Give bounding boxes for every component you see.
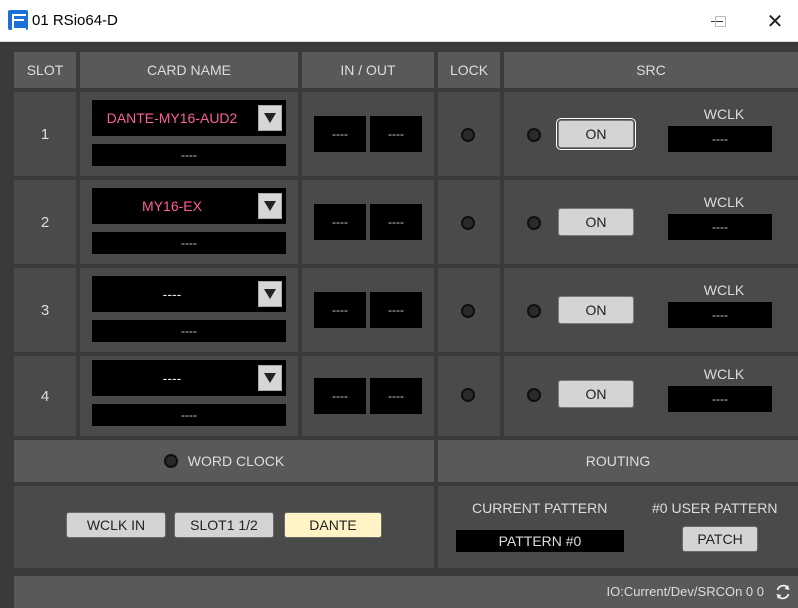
card-select-value: DANTE-MY16-AUD2 xyxy=(106,110,238,126)
word-clock-panel: WCLK IN SLOT1 1/2 DANTE xyxy=(14,486,434,568)
app-logo-icon xyxy=(8,10,28,30)
header-lock: LOCK xyxy=(438,52,500,88)
card-sub-value: ---- xyxy=(92,404,286,426)
in-value: ---- xyxy=(314,204,366,240)
patch-button[interactable]: PATCH xyxy=(682,526,758,552)
in-out-cell: ---- ---- xyxy=(302,92,434,176)
card-select-value: MY16-EX xyxy=(142,198,202,214)
lock-cell xyxy=(438,356,500,436)
maximize-button[interactable] xyxy=(697,0,743,42)
maximize-icon xyxy=(714,15,726,27)
word-clock-header: WORD CLOCK xyxy=(14,440,434,482)
src-led-indicator xyxy=(527,216,541,230)
header-src: SRC xyxy=(504,52,798,88)
out-value: ---- xyxy=(370,378,422,414)
card-name-cell: ---- ---- xyxy=(80,356,298,436)
slot1-button[interactable]: SLOT1 1/2 xyxy=(174,512,274,538)
user-pattern-label: #0 USER PATTERN xyxy=(652,500,778,516)
card-select-dropdown[interactable]: MY16-EX xyxy=(92,188,286,224)
lock-led-indicator xyxy=(461,304,475,318)
card-name-cell: DANTE-MY16-AUD2 ---- xyxy=(80,92,298,176)
header-slot: SLOT xyxy=(14,52,76,88)
src-led-indicator xyxy=(527,128,541,142)
src-on-button[interactable]: ON xyxy=(558,380,634,408)
wclk-label: WCLK xyxy=(703,194,745,210)
word-clock-led-indicator xyxy=(163,454,178,468)
lock-led-indicator xyxy=(461,216,475,230)
card-sub-value: ---- xyxy=(92,320,286,342)
chevron-down-icon[interactable] xyxy=(258,365,282,391)
refresh-icon[interactable] xyxy=(774,583,792,601)
in-out-cell: ---- ---- xyxy=(302,268,434,352)
wclk-value: ---- xyxy=(668,214,772,240)
src-cell: ON WCLK ---- xyxy=(504,180,798,264)
src-on-button[interactable]: ON xyxy=(556,118,636,150)
close-icon: ✕ xyxy=(766,10,784,33)
card-select-value: ---- xyxy=(162,286,182,302)
title-bar: 01 RSio64-D ✕ xyxy=(0,0,798,42)
header-card-name: CARD NAME xyxy=(80,52,298,88)
lock-led-indicator xyxy=(461,388,475,402)
src-cell: ON WCLK ---- xyxy=(504,356,798,436)
routing-panel: CURRENT PATTERN PATTERN #0 #0 USER PATTE… xyxy=(438,486,798,568)
wclk-value: ---- xyxy=(668,386,772,412)
src-on-button[interactable]: ON xyxy=(558,208,634,236)
in-value: ---- xyxy=(314,116,366,152)
slot-number: 2 xyxy=(14,180,76,264)
word-clock-title: WORD CLOCK xyxy=(187,453,285,469)
in-value: ---- xyxy=(314,292,366,328)
lock-cell xyxy=(438,268,500,352)
card-select-dropdown[interactable]: ---- xyxy=(92,360,286,396)
window-title: 01 RSio64-D xyxy=(32,12,118,29)
out-value: ---- xyxy=(370,204,422,240)
src-led-indicator xyxy=(527,388,541,402)
chevron-down-icon[interactable] xyxy=(258,193,282,219)
out-value: ---- xyxy=(370,116,422,152)
close-button[interactable]: ✕ xyxy=(752,0,798,42)
src-cell: ON WCLK ---- xyxy=(504,268,798,352)
card-sub-value: ---- xyxy=(92,232,286,254)
out-value: ---- xyxy=(370,292,422,328)
wclk-in-button[interactable]: WCLK IN xyxy=(66,512,166,538)
lock-cell xyxy=(438,92,500,176)
lock-cell xyxy=(438,180,500,264)
chevron-down-icon[interactable] xyxy=(258,281,282,307)
slot-number: 3 xyxy=(14,268,76,352)
src-cell: ON WCLK ---- xyxy=(504,92,798,176)
src-on-button[interactable]: ON xyxy=(558,296,634,324)
current-pattern-label: CURRENT PATTERN xyxy=(472,500,608,516)
card-select-dropdown[interactable]: DANTE-MY16-AUD2 xyxy=(92,100,286,136)
card-select-dropdown[interactable]: ---- xyxy=(92,276,286,312)
slot-number: 1 xyxy=(14,92,76,176)
wclk-label: WCLK xyxy=(703,366,745,382)
current-pattern-value: PATTERN #0 xyxy=(456,530,624,552)
card-name-cell: MY16-EX ---- xyxy=(80,180,298,264)
lock-led-indicator xyxy=(461,128,475,142)
in-out-cell: ---- ---- xyxy=(302,356,434,436)
header-in-out: IN / OUT xyxy=(302,52,434,88)
wclk-value: ---- xyxy=(668,126,772,152)
status-bar: IO:Current/Dev/SRCOn 0 0 xyxy=(14,576,798,608)
card-name-cell: ---- ---- xyxy=(80,268,298,352)
chevron-down-icon[interactable] xyxy=(258,105,282,131)
in-out-cell: ---- ---- xyxy=(302,180,434,264)
status-text: IO:Current/Dev/SRCOn 0 0 xyxy=(606,584,765,599)
wclk-label: WCLK xyxy=(703,282,745,298)
routing-header: ROUTING xyxy=(438,440,798,482)
wclk-value: ---- xyxy=(668,302,772,328)
dante-button[interactable]: DANTE xyxy=(284,512,382,538)
card-select-value: ---- xyxy=(162,370,182,386)
wclk-label: WCLK xyxy=(703,106,745,122)
src-led-indicator xyxy=(527,304,541,318)
in-value: ---- xyxy=(314,378,366,414)
card-sub-value: ---- xyxy=(92,144,286,166)
slot-number: 4 xyxy=(14,356,76,436)
